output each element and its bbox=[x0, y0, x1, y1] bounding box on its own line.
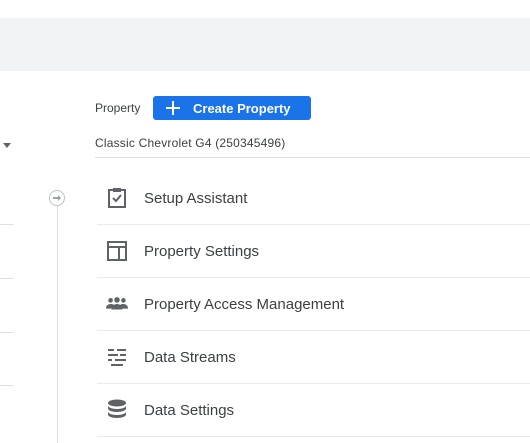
menu-item-label: Data Settings bbox=[144, 401, 235, 419]
left-divider bbox=[0, 224, 14, 225]
top-app-bar bbox=[0, 18, 530, 71]
menu-item-setup-assistant[interactable]: Setup Assistant bbox=[97, 172, 530, 225]
layout-icon bbox=[106, 240, 128, 262]
menu-item-data-settings[interactable]: Data Settings bbox=[97, 384, 530, 437]
plus-icon bbox=[166, 101, 180, 115]
arrow-right-icon[interactable] bbox=[49, 190, 65, 206]
column-divider bbox=[57, 200, 58, 443]
account-dropdown-caret-icon[interactable] bbox=[3, 143, 11, 148]
menu-item-label: Property Access Management bbox=[144, 295, 345, 313]
menu-item-label: Property Settings bbox=[144, 242, 260, 260]
left-divider bbox=[0, 332, 14, 333]
left-divider bbox=[0, 278, 14, 279]
menu-item-data-streams[interactable]: Data Streams bbox=[97, 331, 530, 384]
property-label: Property bbox=[95, 101, 141, 115]
property-selector-underline bbox=[95, 157, 530, 158]
data-streams-icon bbox=[106, 346, 128, 368]
account-column bbox=[0, 71, 22, 443]
create-property-label: Create Property bbox=[193, 100, 291, 116]
left-divider bbox=[0, 385, 14, 386]
clipboard-check-icon bbox=[106, 187, 128, 209]
property-selector[interactable]: Classic Chevrolet G4 (250345496) bbox=[95, 136, 286, 150]
create-property-button[interactable]: Create Property bbox=[153, 96, 311, 120]
menu-item-property-settings[interactable]: Property Settings bbox=[97, 225, 530, 278]
database-icon bbox=[106, 399, 128, 421]
menu-item-label: Setup Assistant bbox=[144, 189, 248, 207]
people-icon bbox=[106, 293, 128, 315]
menu-item-label: Data Streams bbox=[144, 348, 236, 366]
property-menu: Setup Assistant Property Settings Proper… bbox=[97, 172, 530, 437]
menu-item-property-access-management[interactable]: Property Access Management bbox=[97, 278, 530, 331]
